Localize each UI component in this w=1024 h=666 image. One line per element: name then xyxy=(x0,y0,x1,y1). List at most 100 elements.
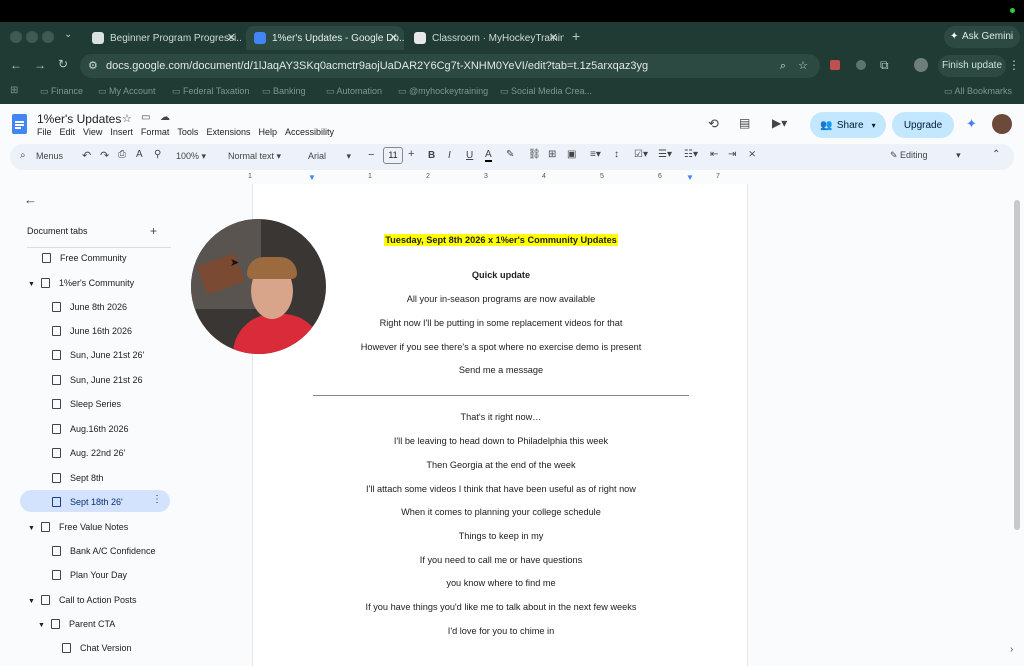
sidebar-item-chat-version[interactable]: Chat Version xyxy=(62,643,132,653)
sidebar-item-bank-confidence[interactable]: Bank A/C Confidence xyxy=(52,546,156,556)
increase-size-icon[interactable]: + xyxy=(408,148,414,160)
caret-down-icon[interactable]: ▼ xyxy=(28,598,35,605)
window-zoom-dot[interactable] xyxy=(42,31,54,43)
numbered-list-icon[interactable]: ☷▾ xyxy=(684,149,698,160)
indent-marker-icon[interactable]: ▼ xyxy=(308,173,316,182)
browser-tab-updates[interactable]: 1%er's Updates - Google Do... ✕ xyxy=(246,26,404,50)
menu-insert[interactable]: Insert xyxy=(110,127,133,137)
undo-icon[interactable]: ↶ xyxy=(82,149,91,162)
star-icon[interactable]: ☆ xyxy=(122,112,132,125)
close-icon[interactable]: ✕ xyxy=(227,31,236,44)
browser-tab-beginner[interactable]: Beginner Program Progressi... ✕ xyxy=(84,26,242,50)
close-icon[interactable]: ✕ xyxy=(549,31,558,44)
bookmark-automation[interactable]: ▭ Automation xyxy=(326,86,382,97)
bookmark-banking[interactable]: ▭ Banking xyxy=(262,86,306,97)
ask-gemini-button[interactable]: ✦ Ask Gemini xyxy=(944,26,1020,48)
bookmark-myhockeytraining[interactable]: ▭ @myhockeytraining xyxy=(398,86,488,97)
forward-icon[interactable]: → xyxy=(34,58,46,72)
window-close-dot[interactable] xyxy=(10,31,22,43)
caret-down-icon[interactable]: ▼ xyxy=(38,622,45,629)
sidebar-item-sleep-series[interactable]: Sleep Series xyxy=(52,399,121,409)
sidebar-item-free-value-notes[interactable]: ▼ Free Value Notes xyxy=(28,522,128,532)
sidebar-item-sept-18th[interactable]: Sept 18th 26' ⋮ xyxy=(20,490,170,512)
sidebar-item-plan-your-day[interactable]: Plan Your Day xyxy=(52,570,127,580)
menu-accessibility[interactable]: Accessibility xyxy=(285,127,334,137)
reload-icon[interactable]: ↻ xyxy=(58,57,68,71)
account-avatar[interactable] xyxy=(992,114,1012,134)
menu-help[interactable]: Help xyxy=(258,127,277,137)
italic-icon[interactable]: I xyxy=(448,150,451,161)
menu-extensions[interactable]: Extensions xyxy=(206,127,250,137)
profile-avatar[interactable] xyxy=(914,58,928,72)
tab-search-icon[interactable]: ⌄ xyxy=(64,29,72,40)
menu-format[interactable]: Format xyxy=(141,127,170,137)
extension-icon[interactable] xyxy=(830,60,840,70)
sidebar-item-aug-16th[interactable]: Aug.16th 2026 xyxy=(52,424,129,434)
spellcheck-icon[interactable]: A xyxy=(136,149,143,160)
share-button[interactable]: 👥 Share ▾ xyxy=(810,112,886,138)
browser-tab-classroom[interactable]: Classroom · MyHockeyTrainin... ✕ xyxy=(406,26,564,50)
address-bar[interactable]: ⚙ docs.google.com/document/d/1lJaqAY3SKq… xyxy=(80,54,820,78)
menu-file[interactable]: File xyxy=(37,127,52,137)
right-indent-marker-icon[interactable]: ▼ xyxy=(686,173,694,182)
more-vert-icon[interactable]: ⋮ xyxy=(1008,58,1020,72)
finish-update-button[interactable]: Finish update xyxy=(938,55,1006,77)
style-select[interactable]: Normal text ▾ xyxy=(228,151,281,162)
menus-search[interactable]: Menus xyxy=(36,151,63,161)
sidebar-item-sept-8th[interactable]: Sept 8th xyxy=(52,473,104,483)
add-comment-icon[interactable]: ⊞ xyxy=(548,149,556,160)
add-tab-icon[interactable]: + xyxy=(150,224,157,238)
paint-format-icon[interactable]: ⚲ xyxy=(154,149,161,160)
line-spacing-icon[interactable]: ↕ xyxy=(614,149,619,160)
extensions-puzzle-icon[interactable]: ⧉ xyxy=(880,58,889,73)
decrease-size-icon[interactable]: − xyxy=(368,149,374,161)
bookmark-federal-taxation[interactable]: ▭ Federal Taxation xyxy=(172,86,249,97)
text-color-icon[interactable]: A xyxy=(485,149,492,162)
bold-icon[interactable]: B xyxy=(428,150,435,161)
back-icon[interactable]: ← xyxy=(10,58,22,72)
apps-grid-icon[interactable]: ⊞ xyxy=(10,85,18,96)
sidebar-item-1ers-community[interactable]: ▼ 1%er's Community xyxy=(28,278,134,288)
back-arrow-icon[interactable]: ← xyxy=(24,192,37,207)
redo-icon[interactable]: ↷ xyxy=(100,149,109,162)
meet-icon[interactable]: ▶▾ xyxy=(772,116,787,130)
sidebar-item-june-21st-a[interactable]: Sun, June 21st 26' xyxy=(52,350,144,360)
bookmark-finance[interactable]: ▭ Finance xyxy=(40,86,83,97)
caret-down-icon[interactable]: ▼ xyxy=(28,525,35,532)
upgrade-button[interactable]: Upgrade xyxy=(892,112,954,138)
decrease-indent-icon[interactable]: ⇤ xyxy=(710,149,718,160)
doc-title[interactable]: 1%er's Updates xyxy=(37,112,121,126)
sidebar-item-parent-cta[interactable]: ▼ Parent CTA xyxy=(38,619,115,629)
search-icon[interactable]: ⌕ xyxy=(20,150,26,161)
sidebar-item-june-8th[interactable]: June 8th 2026 xyxy=(52,302,127,312)
sidebar-item-june-16th[interactable]: June 16th 2026 xyxy=(52,326,132,336)
print-icon[interactable]: ⎙ xyxy=(118,149,126,160)
clear-formatting-icon[interactable]: ⨯ xyxy=(748,149,756,160)
menu-tools[interactable]: Tools xyxy=(177,127,198,137)
history-icon[interactable]: ⟲ xyxy=(708,116,719,132)
docs-logo-icon[interactable] xyxy=(12,114,27,134)
collapse-icon[interactable]: ⌃ xyxy=(992,149,1000,160)
caret-down-icon[interactable]: ▼ xyxy=(28,281,35,288)
menu-view[interactable]: View xyxy=(83,127,102,137)
sidebar-item-free-community[interactable]: Free Community xyxy=(42,253,127,263)
scrollbar-thumb[interactable] xyxy=(1014,200,1020,530)
align-icon[interactable]: ≡▾ xyxy=(590,149,601,160)
sidebar-item-june-21st-b[interactable]: Sun, June 21st 26 xyxy=(52,375,143,385)
font-size-input[interactable]: 11 xyxy=(383,147,403,164)
editing-mode-select[interactable]: ✎ Editing ▾ xyxy=(890,150,961,161)
highlight-icon[interactable]: ✎ xyxy=(506,149,514,160)
bulleted-list-icon[interactable]: ☰▾ xyxy=(658,149,672,160)
close-icon[interactable]: ✕ xyxy=(389,31,398,44)
window-minimize-dot[interactable] xyxy=(26,31,38,43)
document-page[interactable]: Tuesday, Sept 8th 2026 x 1%er's Communit… xyxy=(252,184,748,666)
site-info-icon[interactable]: ⚙ xyxy=(88,54,98,78)
new-tab-icon[interactable]: + xyxy=(572,28,580,44)
zoom-select[interactable]: 100% ▾ xyxy=(176,151,206,162)
insert-image-icon[interactable]: ▣ xyxy=(567,149,576,160)
link-icon[interactable]: ⛓ xyxy=(528,149,541,160)
more-options-icon[interactable]: ⋮ xyxy=(152,494,162,505)
increase-indent-icon[interactable]: ⇥ xyxy=(728,149,736,160)
menu-edit[interactable]: Edit xyxy=(60,127,76,137)
sidebar-item-call-to-action[interactable]: ▼ Call to Action Posts xyxy=(28,595,136,605)
